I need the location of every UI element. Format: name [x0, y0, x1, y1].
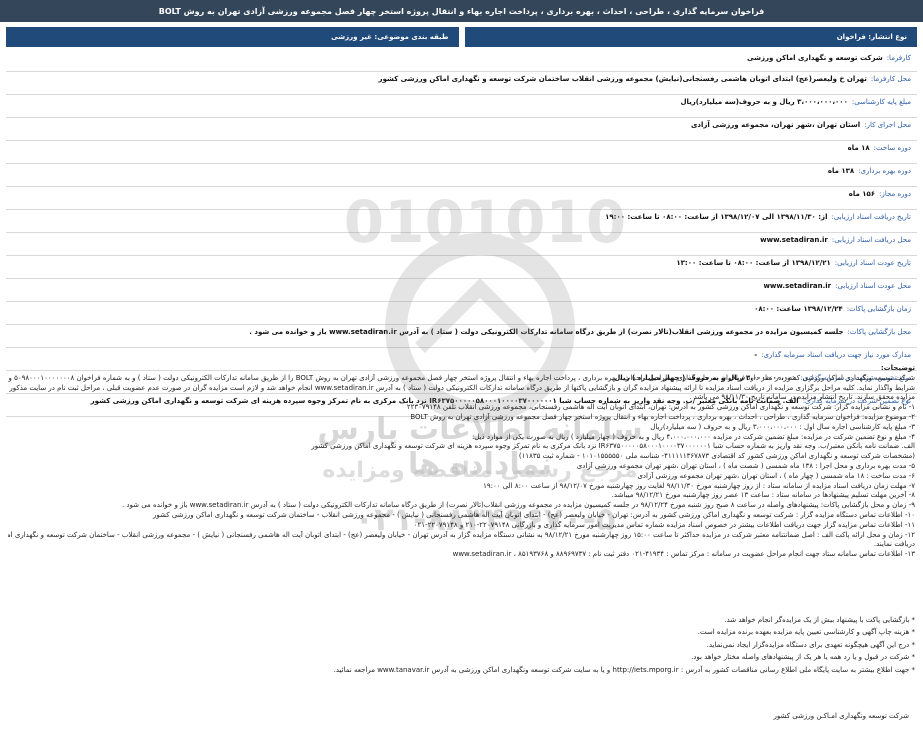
description-line: ۱۲- زمان و محل ارائه پاکت الف : اصل ضمان…: [8, 530, 915, 539]
field-label: تاریخ دریافت اسناد ارزیابی:: [831, 213, 911, 221]
field-label: محل کارفرما:: [870, 75, 911, 83]
field-label: کارفرما:: [886, 54, 911, 62]
field-label: تاریخ عودت اسناد ارزیابی:: [834, 259, 911, 267]
note-item: * شرکت در قبول و یا رد همه یا هر یک از پ…: [691, 653, 915, 662]
description-line: ۳- مبلغ پایه کارشناسی اجاره سال اول : ۳،…: [650, 422, 915, 431]
field-row: محل اجرای کار:استان تهران ،شهر تهران، مج…: [6, 118, 917, 141]
field-value: ۱۳۹۸/۱۲/۲۴ ساعت: ۰۸:۰۰: [754, 305, 843, 313]
description-line: ۲- موضوع مزایده: فراخوان سرمایه گذاری ، …: [410, 412, 915, 421]
field-row: محل کارفرما:تهران خ ولیعصر(عج) ابتدای ات…: [6, 72, 917, 95]
field-value: -: [754, 351, 758, 359]
field-row: زمان بازگشایی پاکات:۱۳۹۸/۱۲/۲۴ ساعت: ۰۸:…: [6, 302, 917, 325]
field-row: کارفرما:شرکت توسعه و نگهداری اماکن ورزشی: [6, 51, 917, 72]
field-value: ۱۳۸ ماه: [827, 167, 855, 175]
field-row: دوره ساخت:۱۸ ماه: [6, 141, 917, 164]
description-line: ۶- مدت ساخت : ۱۸ ماه شمسی ( چهار ماه ) ،…: [637, 471, 915, 480]
description-line: ۷- مهلت زمان دریافت اسناد مزایده از ساما…: [483, 481, 915, 490]
description-line: (مشخصات شرکت توسعه و نگهداری اماکن ورزشی…: [518, 452, 915, 461]
note-item: * بازگشایی پاکت با پیشنهاد بیش از یک مزا…: [724, 616, 915, 624]
note-item: * درج این آگهی هیچگونه تعهدی برای دستگاه…: [706, 640, 915, 649]
field-label: مبلغ پایه کارشناسی:: [851, 98, 911, 106]
description-line: مزایده محقق سازند. تاریخ انتشار مزایده د…: [689, 393, 915, 402]
field-label: محل عودت اسناد ارزیابی:: [835, 282, 911, 290]
description-line: ۴- مبلغ و نوع تضمین شرکت در مزایده: مبلغ…: [471, 432, 915, 441]
notes-list: * بازگشایی پاکت با پیشنهاد بیش از یک مزا…: [8, 614, 915, 676]
category-label: طبقه بندی موضوعی: غیر ورزشی: [331, 33, 449, 41]
note-item: * جهت اطلاع بیشتر به سایت پایگاه ملی اطل…: [333, 665, 915, 674]
footer-signature: شرکت توسعه ونگهداری امـاکـن ورزشی کشور: [773, 712, 909, 720]
field-row: محل بازگشایی پاکات:جلسه کمیسیون مزایده د…: [6, 325, 917, 348]
page-title: فراخوان سرمایه گذاری ، طراحی ، احداث ، ب…: [158, 6, 765, 16]
description-line: شرایط واگذار نماید. کلیه مراحل برگزاری م…: [8, 383, 915, 392]
field-label: محل اجرای کار:: [864, 121, 911, 129]
field-value: از: ۱۳۹۸/۱۱/۳۰ الی ۱۳۹۸/۱۲/۰۷ از ساعت: ۰…: [605, 213, 828, 221]
description-line: ۱۳- اطلاعات تماس سامانه ستاد جهت انجام م…: [452, 550, 915, 559]
field-value: شرکت توسعه و نگهداری اماکن ورزشی: [747, 54, 883, 62]
field-row: محل عودت اسناد ارزیابی:www.setadiran.ir: [6, 279, 917, 302]
field-row: تاریخ عودت اسناد ارزیابی:۱۳۹۸/۱۲/۲۱ از س…: [6, 256, 917, 279]
publication-type-tab: نوع انتشار: فراخوان: [464, 27, 917, 47]
field-row: دوره مجاز:۱۵۶ ماه: [6, 187, 917, 210]
field-label: زمان بازگشایی پاکات:: [846, 305, 911, 313]
description-line: الف. ضمانت نامه بانکی معتبر/ب. وجه نقد و…: [311, 442, 915, 451]
field-value: استان تهران ،شهر تهران، مجموعه ورزشی آزا…: [691, 121, 861, 129]
description-line: ۵- مدت بهره برداری و محل اجرا : ۱۳۸ ماه …: [576, 461, 915, 470]
field-value: تهران خ ولیعصر(عج) ابتدای اتوبان هاشمی ر…: [378, 75, 867, 83]
description-line: ۱۱- اطلاعات تماس مزایده گزار جهت دریافت …: [413, 520, 915, 529]
description: توضیحات: شرکت توسعه ونگهداری اماکن ورزشی…: [8, 364, 915, 560]
field-value: ۱۵۶ ماه: [848, 190, 876, 198]
page-title-bar: فراخوان سرمایه گذاری ، طراحی ، احداث ، ب…: [0, 0, 923, 22]
category-tab: طبقه بندی موضوعی: غیر ورزشی: [6, 27, 459, 47]
field-label: محل دریافت اسناد ارزیابی:: [831, 236, 911, 244]
info-tabs: نوع انتشار: فراخوان طبقه بندی موضوعی: غی…: [6, 27, 917, 47]
field-row: تاریخ دریافت اسناد ارزیابی:از: ۱۳۹۸/۱۱/۳…: [6, 210, 917, 233]
field-value: ۱۳۹۸/۱۲/۲۱ از ساعت: ۰۸:۰۰ تا ساعت: ۱۳:۰۰: [676, 259, 831, 267]
field-label: دوره بهره برداری:: [858, 167, 911, 175]
field-value: www.setadiran.ir: [760, 236, 828, 244]
description-line: ۸- آخرین مهلت تسلیم پیشنهادها در سامانه …: [611, 491, 915, 500]
description-line: دریافت نمایند.: [873, 540, 915, 549]
description-line: شرکت توسعه ونگهداری اماکن ورزشی کشور در …: [8, 373, 915, 382]
field-label: دوره ساخت:: [873, 144, 911, 152]
field-value: ۱۸ ماه: [847, 144, 870, 152]
publication-type-label: نوع انتشار: فراخوان: [836, 33, 907, 41]
detail-fields: کارفرما:شرکت توسعه و نگهداری اماکن ورزشی…: [6, 51, 917, 417]
field-value: www.setadiran.ir: [763, 282, 832, 290]
description-line: ۱- نام و نشانی مزایده گزار: شرکت توسعه و…: [406, 403, 915, 412]
field-row: دوره بهره برداری:۱۳۸ ماه: [6, 164, 917, 187]
field-value: ۳،۰۰۰،۰۰۰،۰۰۰ ریال و به حروف(سه میلیارد)…: [680, 98, 848, 106]
description-line: ۱۰- اطلاعات تماس دستگاه مزایده گزار : شر…: [153, 510, 915, 519]
description-line: ۹- زمان و محل بازگشایی پاکات: پیشنهادهای…: [121, 501, 915, 510]
field-label: دوره مجاز:: [879, 190, 911, 198]
field-value: جلسه کمیسیون مزایده در مجموعه ورزشی انقل…: [249, 328, 844, 336]
field-label: محل بازگشایی پاکات:: [847, 328, 911, 336]
description-heading: توضیحات:: [880, 364, 915, 372]
note-item: * هزینه چاپ آگهی و کارشناسی تعیین پایه م…: [697, 628, 915, 637]
field-row: مبلغ پایه کارشناسی:۳،۰۰۰،۰۰۰،۰۰۰ ریال و …: [6, 95, 917, 118]
field-label: مدارک مورد نیاز جهت دریافت اسناد سرمایه …: [761, 351, 911, 359]
field-row: محل دریافت اسناد ارزیابی:www.setadiran.i…: [6, 233, 917, 256]
